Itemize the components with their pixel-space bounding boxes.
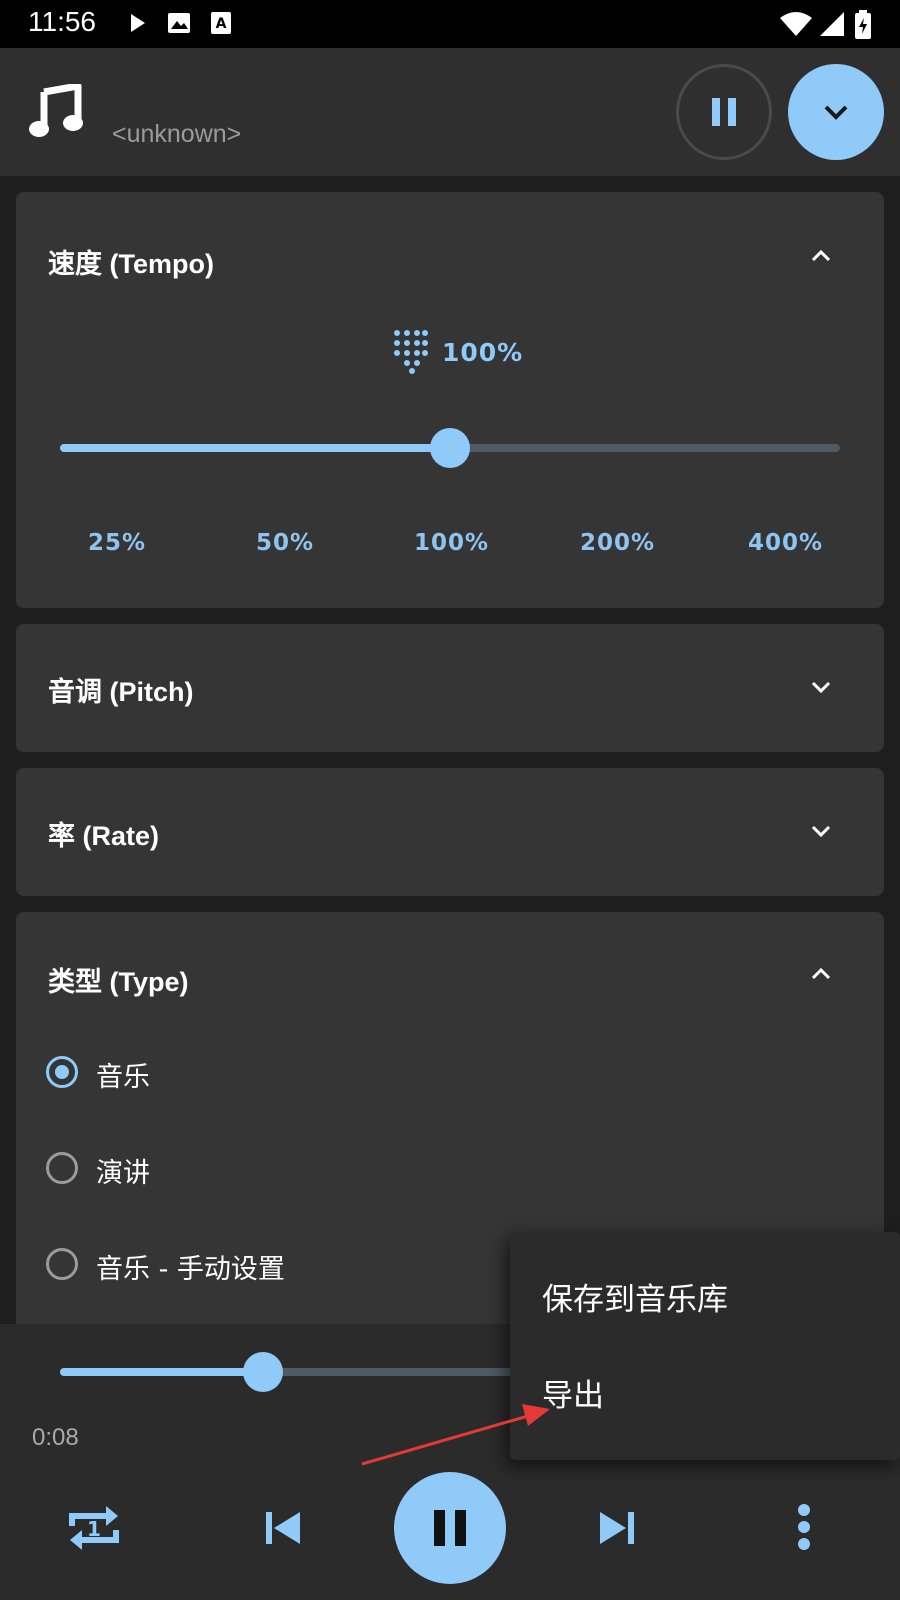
tempo-title: 速度 (Tempo) <box>48 249 214 279</box>
seek-slider-fill <box>60 1368 263 1376</box>
pitch-title: 音调 (Pitch) <box>48 677 194 707</box>
svg-text:1: 1 <box>87 1517 101 1541</box>
wifi-icon <box>780 12 812 36</box>
repeat-one-icon[interactable]: 1 <box>66 1500 122 1556</box>
tempo-value: 100% <box>442 338 524 367</box>
chevron-up-icon[interactable] <box>810 248 832 262</box>
header-pause-button[interactable] <box>676 64 772 160</box>
chevron-down-icon <box>824 105 848 120</box>
chevron-down-icon <box>811 681 831 694</box>
radio-speech[interactable] <box>46 1152 78 1184</box>
rate-card[interactable]: 率 (Rate) <box>16 768 884 896</box>
battery-icon <box>855 10 871 39</box>
tempo-tick-50[interactable]: 50% <box>256 530 314 556</box>
tempo-slider[interactable] <box>60 428 840 468</box>
pause-icon <box>434 1510 466 1546</box>
menu-save-to-library[interactable]: 保存到音乐库 <box>542 1274 728 1319</box>
play-icon <box>131 14 145 32</box>
elapsed-time: 0:08 <box>32 1424 79 1451</box>
collapse-button[interactable] <box>788 64 884 160</box>
keypad-icon[interactable] <box>394 330 428 374</box>
more-vert-icon[interactable] <box>796 1504 812 1550</box>
type-title: 类型 (Type) <box>48 967 189 997</box>
svg-text:A: A <box>216 16 227 32</box>
status-time: 11:56 <box>28 6 96 37</box>
radio-speech-label[interactable]: 演讲 <box>96 1151 150 1190</box>
radio-music-manual-label[interactable]: 音乐 - 手动设置 <box>96 1247 285 1286</box>
tempo-tick-100[interactable]: 100% <box>414 530 489 556</box>
seek-slider-thumb[interactable] <box>242 1352 283 1392</box>
skip-previous-icon[interactable] <box>264 1508 304 1548</box>
music-note-icon <box>29 84 83 137</box>
track-subtitle: <unknown> <box>112 120 242 148</box>
signal-icon <box>820 12 844 36</box>
tempo-tick-25[interactable]: 25% <box>88 530 146 556</box>
status-bar: 11:56 A <box>0 0 900 48</box>
image-icon <box>168 13 190 33</box>
pitch-card[interactable]: 音调 (Pitch) <box>16 624 884 752</box>
radio-music-label[interactable]: 音乐 <box>96 1055 150 1094</box>
app-header: <unknown> <box>0 48 900 176</box>
chevron-down-icon <box>811 825 831 838</box>
tempo-slider-fill <box>60 444 450 452</box>
rate-title: 率 (Rate) <box>48 821 160 851</box>
chevron-up-icon[interactable] <box>810 966 832 980</box>
tempo-tick-200[interactable]: 200% <box>580 530 655 556</box>
tempo-slider-thumb[interactable] <box>430 428 470 468</box>
pause-icon <box>712 98 736 126</box>
skip-next-icon[interactable] <box>596 1508 636 1548</box>
radio-music[interactable] <box>46 1056 78 1088</box>
radio-music-manual[interactable] <box>46 1248 78 1280</box>
play-pause-button[interactable] <box>394 1472 506 1584</box>
tempo-tick-400[interactable]: 400% <box>748 530 823 556</box>
annotation-arrow <box>361 1404 550 1466</box>
overflow-menu: 保存到音乐库 导出 <box>510 1232 900 1460</box>
text-icon: A <box>211 12 231 34</box>
